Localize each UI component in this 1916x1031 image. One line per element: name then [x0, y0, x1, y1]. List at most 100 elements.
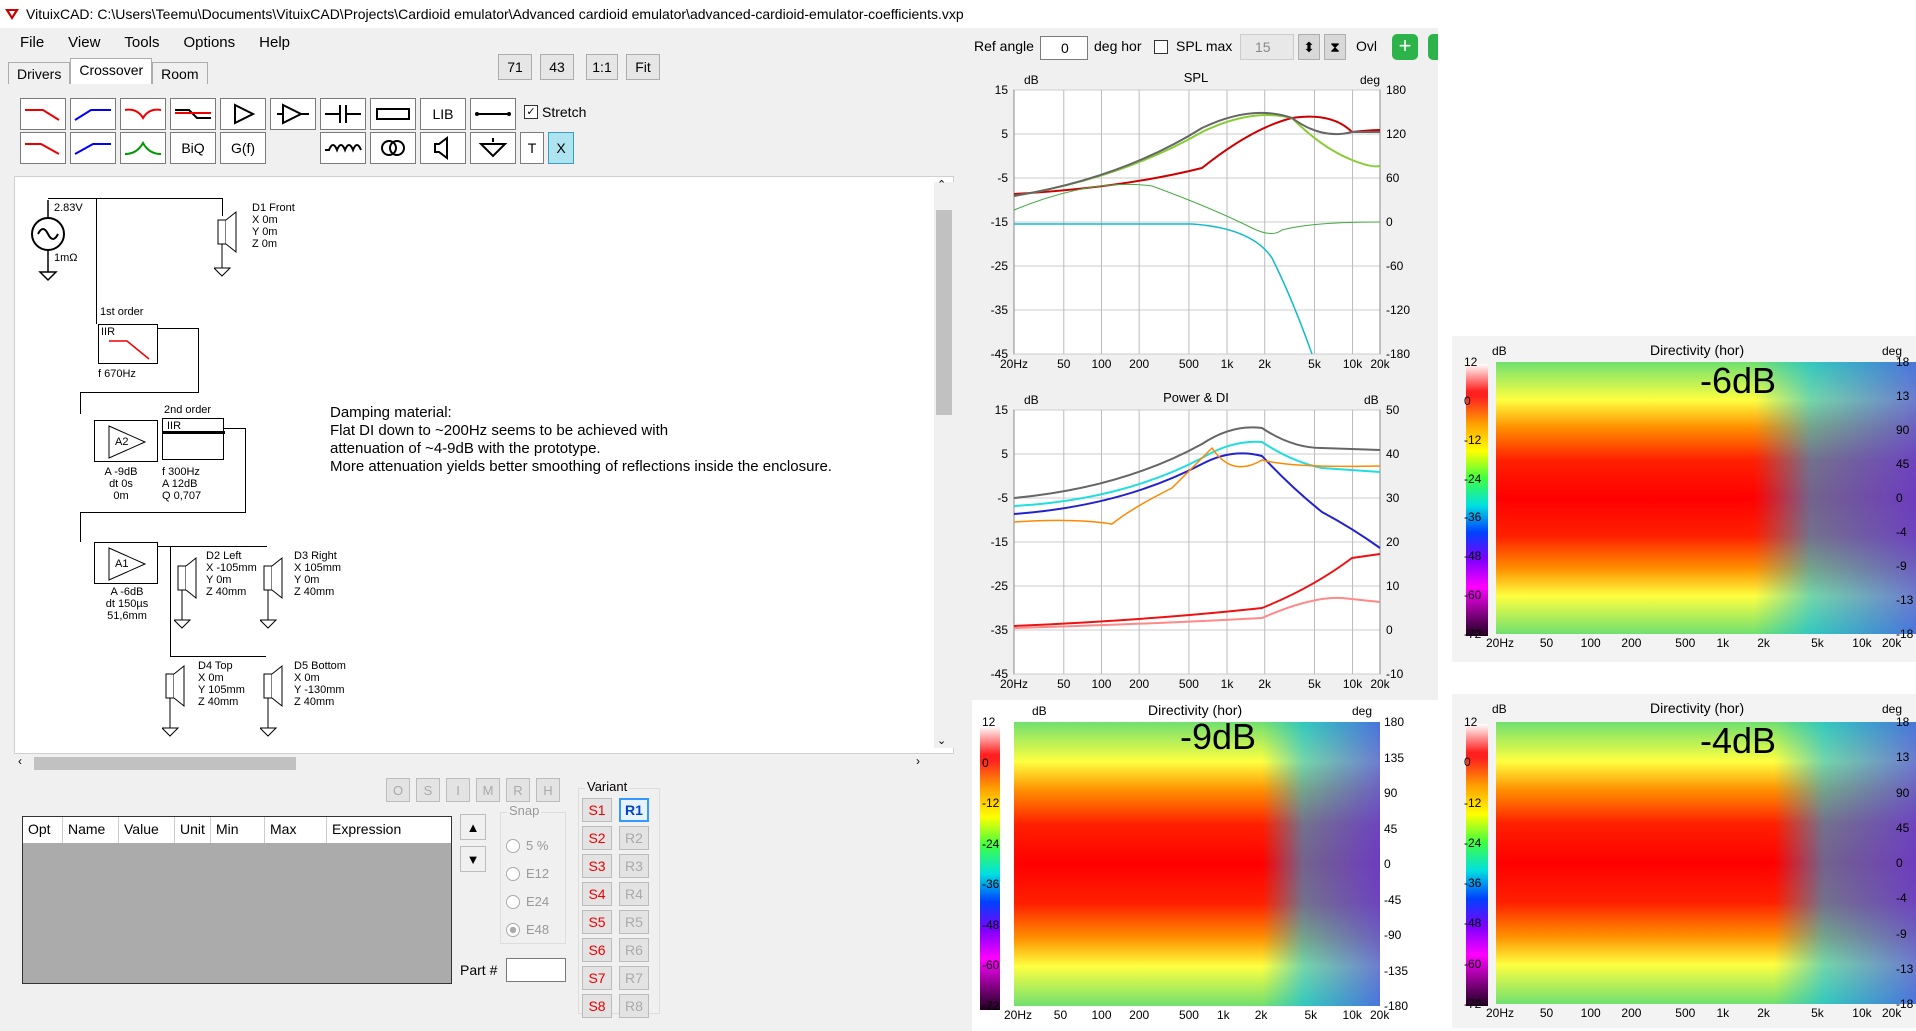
- variant-s8-button[interactable]: S8: [582, 994, 612, 1018]
- driver-tool[interactable]: [420, 132, 466, 164]
- spl-max-checkbox[interactable]: [1154, 40, 1168, 54]
- variant-r6-button[interactable]: R6: [619, 938, 649, 962]
- bandstop-tool[interactable]: [120, 98, 166, 130]
- col-name[interactable]: Name: [63, 817, 119, 843]
- wire-tool[interactable]: [470, 98, 516, 130]
- scroll-right-icon[interactable]: ›: [916, 754, 920, 768]
- scroll-up-icon[interactable]: ⌃: [937, 178, 946, 191]
- amp-tool[interactable]: [220, 98, 266, 130]
- side-top-ytick-left: -24: [1464, 471, 1482, 486]
- zoom-1to1-button[interactable]: 1:1: [586, 54, 618, 80]
- biquad-tool[interactable]: BiQ: [170, 132, 216, 164]
- driver-d5-symbol[interactable]: [260, 658, 290, 744]
- variant-r2-button[interactable]: R2: [619, 826, 649, 850]
- optim-m-button[interactable]: M: [476, 778, 500, 802]
- d1-label: D1 Front X 0m Y 0m Z 0m: [252, 202, 295, 250]
- variant-s4-button[interactable]: S4: [582, 882, 612, 906]
- tab-crossover[interactable]: Crossover: [70, 58, 153, 84]
- part-input[interactable]: [506, 958, 566, 982]
- iir1-block[interactable]: IIR: [98, 324, 158, 364]
- driver-d3-symbol[interactable]: [260, 550, 290, 636]
- hourglass-button[interactable]: ⧗: [1324, 34, 1346, 60]
- lowpass-tool[interactable]: [20, 98, 66, 130]
- buffer-tool[interactable]: [270, 98, 316, 130]
- capacitor-tool[interactable]: [320, 98, 366, 130]
- col-unit[interactable]: Unit: [175, 817, 211, 843]
- spl-graph[interactable]: SPL dB deg 15 180 5 120 -5 60 -15 0 -25 -60 -35 -12…: [972, 68, 1438, 376]
- highpass2-tool[interactable]: [70, 132, 116, 164]
- optim-h-button[interactable]: H: [536, 778, 560, 802]
- resistor-tool[interactable]: [370, 98, 416, 130]
- zoom-fit-button[interactable]: Fit: [626, 54, 660, 80]
- variant-s7-button[interactable]: S7: [582, 966, 612, 990]
- variant-r7-button[interactable]: R7: [619, 966, 649, 990]
- transformer-tool[interactable]: [370, 132, 416, 164]
- spl-max-input[interactable]: 15: [1240, 34, 1294, 60]
- col-min[interactable]: Min: [211, 817, 265, 843]
- snap-e48-radio[interactable]: E48: [506, 922, 549, 937]
- menu-tools[interactable]: Tools: [112, 32, 171, 54]
- scroll-left-icon[interactable]: ‹: [18, 754, 22, 768]
- spin-updown-button[interactable]: ⬍: [1298, 34, 1320, 60]
- menu-file[interactable]: File: [8, 32, 56, 54]
- snap-5-radio[interactable]: 5 %: [506, 838, 548, 853]
- tab-drivers[interactable]: Drivers: [8, 62, 71, 84]
- text-tool[interactable]: T: [520, 132, 544, 164]
- tab-room[interactable]: Room: [152, 62, 208, 84]
- ground-tool[interactable]: [470, 132, 516, 164]
- bandpass-tool[interactable]: [120, 132, 166, 164]
- optim-s-button[interactable]: S: [416, 778, 440, 802]
- move-down-button[interactable]: ▼: [460, 846, 486, 872]
- lowpass2-tool[interactable]: [20, 132, 66, 164]
- inductor-tool[interactable]: [320, 132, 366, 164]
- power-di-graph[interactable]: Power & DI dB dB 15 50 5 40 -5 30 -15 20 -25 10 -3…: [972, 388, 1438, 698]
- shelf-tool[interactable]: [170, 98, 216, 130]
- variant-r5-button[interactable]: R5: [619, 910, 649, 934]
- variant-r8-button[interactable]: R8: [619, 994, 649, 1018]
- col-max[interactable]: Max: [265, 817, 327, 843]
- scroll-down-icon[interactable]: ⌄: [937, 734, 946, 747]
- variant-s6-button[interactable]: S6: [582, 938, 612, 962]
- overlay-button-partial[interactable]: [1428, 34, 1438, 60]
- horizontal-scroll-thumb[interactable]: [34, 757, 296, 770]
- variant-s3-button[interactable]: S3: [582, 854, 612, 878]
- vertical-scroll-thumb[interactable]: [936, 210, 952, 415]
- x-tool[interactable]: X: [548, 132, 574, 164]
- col-opt[interactable]: Opt: [23, 817, 63, 843]
- variant-s1-button[interactable]: S1: [582, 798, 612, 822]
- stretch-checkbox[interactable]: ✓ Stretch: [524, 104, 586, 120]
- a1-block[interactable]: A1: [94, 542, 158, 584]
- schematic-note[interactable]: Damping material: Flat DI down to ~200Hz…: [330, 404, 832, 476]
- driver-d1-symbol[interactable]: [214, 206, 244, 286]
- col-value[interactable]: Value: [119, 817, 175, 843]
- snap-e24-radio[interactable]: E24: [506, 894, 549, 909]
- variant-r3-button[interactable]: R3: [619, 854, 649, 878]
- variant-s2-button[interactable]: S2: [582, 826, 612, 850]
- a2-block[interactable]: A2: [94, 420, 158, 462]
- optim-i-button[interactable]: I: [446, 778, 470, 802]
- zoom-71-button[interactable]: 71: [498, 54, 532, 80]
- menu-options[interactable]: Options: [171, 32, 247, 54]
- driver-d2-symbol[interactable]: [174, 550, 204, 636]
- optim-o-button[interactable]: O: [386, 778, 410, 802]
- driver-d4-symbol[interactable]: [162, 658, 192, 744]
- zoom-43-button[interactable]: 43: [540, 54, 574, 80]
- optim-r-button[interactable]: R: [506, 778, 530, 802]
- snap-e12-radio[interactable]: E12: [506, 866, 549, 881]
- dir-xtick: 10k: [1342, 1008, 1362, 1022]
- wire: [80, 392, 81, 414]
- highpass-tool[interactable]: [70, 98, 116, 130]
- variant-r1-button[interactable]: R1: [619, 798, 649, 822]
- variant-s5-button[interactable]: S5: [582, 910, 612, 934]
- ref-angle-input[interactable]: 0: [1040, 36, 1088, 60]
- lib-tool[interactable]: LIB: [420, 98, 466, 130]
- move-up-button[interactable]: ▲: [460, 814, 486, 840]
- gf-tool[interactable]: G(f): [220, 132, 266, 164]
- iir2-block[interactable]: IIR: [162, 418, 225, 460]
- menu-view[interactable]: View: [56, 32, 112, 54]
- directivity-graph[interactable]: Directivity (hor) dB deg -9dB 12 0 -12 -24-…: [972, 700, 1438, 1031]
- col-expression[interactable]: Expression: [327, 817, 451, 843]
- variant-r4-button[interactable]: R4: [619, 882, 649, 906]
- add-overlay-button[interactable]: +: [1392, 34, 1418, 60]
- menu-help[interactable]: Help: [247, 32, 302, 54]
